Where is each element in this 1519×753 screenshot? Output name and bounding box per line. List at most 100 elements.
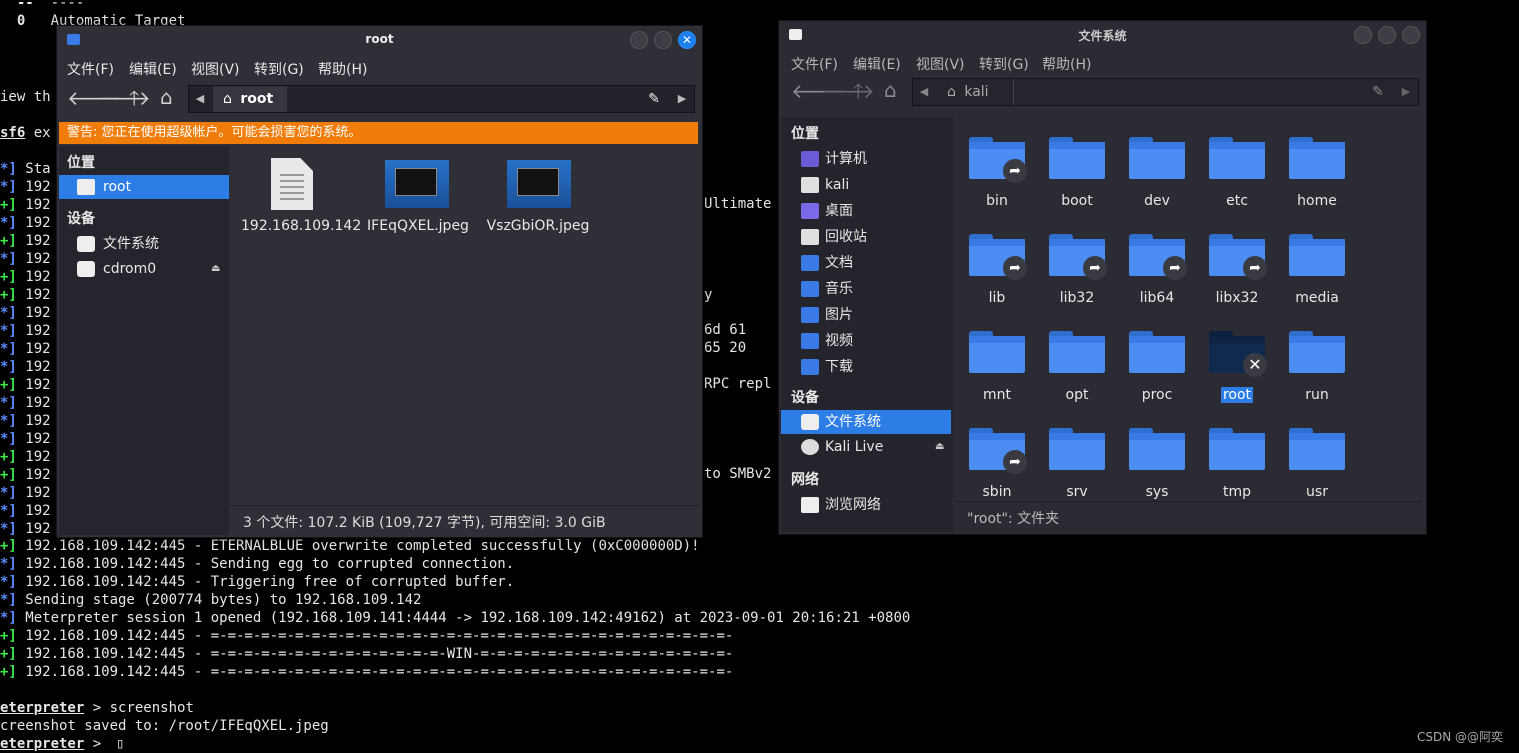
terminal-line: *] 192 <box>0 413 51 429</box>
menu-view[interactable]: 视图(V) <box>916 54 965 74</box>
sidebar-item-place[interactable]: 回收站 <box>781 225 951 249</box>
menu-help[interactable]: 帮助(H) <box>318 59 367 79</box>
terminal-line: *] 192 <box>0 251 51 267</box>
terminal-line: +] 192 <box>0 197 51 213</box>
menu-bar: 文件(F) 编辑(E) 视图(V) 转到(G) 帮助(H) <box>57 54 702 82</box>
sidebar-item-place[interactable]: 桌面 <box>781 199 951 223</box>
forward-arrow-icon[interactable]: 🡒 <box>821 80 875 102</box>
file-view[interactable]: 192.168.109.142 IFEqQXEL.jpeg VszGbiOR.j… <box>231 146 698 505</box>
menu-file[interactable]: 文件(F) <box>791 54 838 74</box>
disk-icon <box>77 236 95 252</box>
sidebar-item-place[interactable]: 图片 <box>781 303 951 327</box>
home-icon[interactable]: ⌂ <box>884 79 897 101</box>
up-arrow-icon[interactable]: 🡑 <box>853 80 863 102</box>
folder-icon <box>969 331 1025 373</box>
path-root-button[interactable]: ⌂ root <box>213 86 287 112</box>
minimize-button[interactable] <box>630 31 648 49</box>
menu-go[interactable]: 转到(G) <box>254 59 304 79</box>
drive-icon <box>77 179 95 195</box>
eject-icon[interactable]: ⏏ <box>211 257 220 281</box>
folder-icon <box>1049 137 1105 179</box>
maximize-button[interactable] <box>1378 26 1396 44</box>
folder-label: run <box>1305 387 1329 403</box>
toolbar: 🡐 🡒 🡑 ⌂ ◀ ⌂ root ✎ ▶ <box>57 82 702 116</box>
path-scroll-left-icon[interactable]: ◀ <box>189 86 211 112</box>
symlink-arrow-icon: ➦ <box>1003 159 1027 183</box>
maximize-button[interactable] <box>654 31 672 49</box>
network-header: 网络 <box>791 472 819 488</box>
folder-label: lib64 <box>1139 290 1175 306</box>
terminal-line: +] 192 <box>0 467 51 483</box>
terminal-line: +] 192.168.109.142:445 - =-=-=-=-=-=-=-=… <box>0 646 734 662</box>
symlink-arrow-icon: ➦ <box>1243 256 1267 280</box>
sidebar-item-filesystem[interactable]: 文件系统 <box>781 410 951 434</box>
close-button[interactable]: ✕ <box>678 31 696 49</box>
path-scroll-left-icon[interactable]: ◀ <box>913 79 935 105</box>
folder-view[interactable]: ➦ bin boot dev etc home ➦ lib ➦ lib32 ➦ lib64 ➦ libx3… <box>955 117 1422 500</box>
watermark: CSDN @@阿奕 <box>1416 730 1503 744</box>
sidebar-item-root[interactable]: root <box>59 175 229 199</box>
sidebar-item-kali-live[interactable]: Kali Live ⏏ <box>781 435 951 459</box>
sidebar: 位置 计算机 kali 桌面 回收站 文档 音乐 图片 视频 下载 设备 文件系统 Kali L… <box>781 117 953 532</box>
folder-label: media <box>1295 290 1339 306</box>
folder-label: root <box>1220 387 1254 403</box>
folder-icon <box>1289 234 1345 276</box>
symlink-arrow-icon: ➦ <box>1163 256 1187 280</box>
sidebar-item-place[interactable]: kali <box>781 173 951 197</box>
folder-label: boot <box>1061 193 1093 209</box>
path-bar: ◀ ⌂ kali ✎ ▶ <box>912 78 1419 106</box>
path-scroll-right-icon[interactable]: ▶ <box>1395 79 1417 105</box>
folder-label: lib32 <box>1059 290 1095 306</box>
menu-edit[interactable]: 编辑(E) <box>853 54 901 74</box>
home-icon[interactable]: ⌂ <box>160 86 173 108</box>
menu-file[interactable]: 文件(F) <box>67 59 114 79</box>
sidebar-item-place[interactable]: 计算机 <box>781 147 951 171</box>
folder-icon <box>1049 428 1105 470</box>
sidebar-item-browse-network[interactable]: 浏览网络 <box>781 493 951 517</box>
terminal-line: +] 192.168.109.142:445 - =-=-=-=-=-=-=-=… <box>0 664 734 680</box>
terminal-fragment <box>704 357 763 375</box>
pictures-icon <box>801 307 819 323</box>
close-button[interactable] <box>1402 26 1420 44</box>
path-scroll-right-icon[interactable]: ▶ <box>671 86 693 112</box>
folder-label: dev <box>1144 193 1170 209</box>
terminal-line: -- ---- <box>0 0 85 11</box>
menu-view[interactable]: 视图(V) <box>191 59 240 79</box>
devices-header: 设备 <box>67 211 95 227</box>
sidebar-item-place[interactable]: 视频 <box>781 329 951 353</box>
up-arrow-icon[interactable]: 🡑 <box>129 87 139 109</box>
title-bar[interactable]: root ✕ <box>57 26 702 54</box>
folder-icon <box>1129 137 1185 179</box>
terminal-line: iew th <box>0 89 51 105</box>
sidebar-item-place[interactable]: 下载 <box>781 355 951 379</box>
title-bar[interactable]: 文件系统 <box>779 21 1426 49</box>
status-bar: "root": 文件夹 <box>955 501 1422 532</box>
menu-help[interactable]: 帮助(H) <box>1042 54 1091 74</box>
folder-label: mnt <box>983 387 1011 403</box>
home-icon: ⌂ <box>223 91 232 107</box>
terminal-fragment: to SMBv2 <box>704 466 772 482</box>
folder-label: libx32 <box>1215 290 1259 306</box>
path-kali-button[interactable]: ⌂ kali <box>937 79 1014 105</box>
edit-path-pencil-icon[interactable]: ✎ <box>1367 79 1389 105</box>
edit-path-pencil-icon[interactable]: ✎ <box>643 86 665 112</box>
trash-icon <box>801 229 819 245</box>
terminal-line: +] 192 <box>0 287 51 303</box>
videos-icon <box>801 333 819 349</box>
minimize-button[interactable] <box>1354 26 1372 44</box>
folder-label: opt <box>1065 387 1089 403</box>
sidebar-item-cdrom0[interactable]: cdrom0 ⏏ <box>59 257 229 281</box>
menu-go[interactable]: 转到(G) <box>979 54 1029 74</box>
folder-label: lib <box>988 290 1006 306</box>
eject-icon[interactable]: ⏏ <box>935 435 944 459</box>
sidebar-item-place[interactable]: 音乐 <box>781 277 951 301</box>
root-warning-banner: 警告: 您正在使用超级帐户。可能会损害您的系统。 <box>59 122 698 144</box>
terminal-line: +] 192 <box>0 377 51 393</box>
forward-arrow-icon[interactable]: 🡒 <box>97 87 151 109</box>
terminal-line: *] 192 <box>0 485 51 501</box>
menu-edit[interactable]: 编辑(E) <box>129 59 177 79</box>
sidebar-item-place[interactable]: 文档 <box>781 251 951 275</box>
sidebar-item-filesystem[interactable]: 文件系统 <box>59 232 229 256</box>
terminal-line: *] 192 <box>0 341 51 357</box>
folder-icon <box>1289 428 1345 470</box>
